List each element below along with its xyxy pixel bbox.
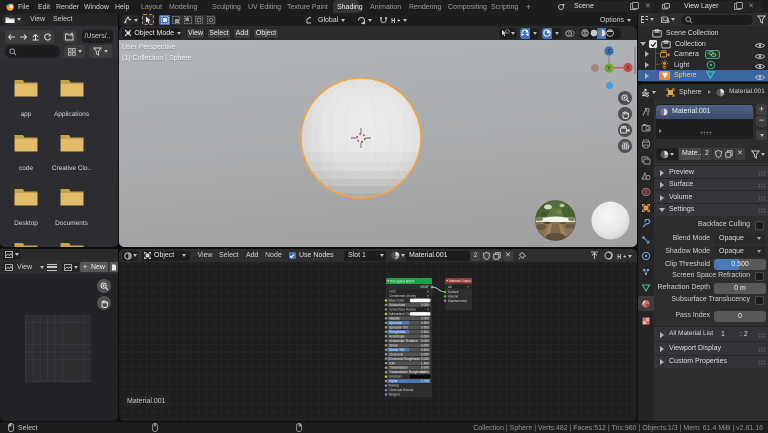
svg-text:Christensen-Burley: Christensen-Burley [389, 294, 417, 298]
svg-text:Subsurface: Subsurface [389, 303, 405, 307]
svg-text:0.030: 0.030 [421, 357, 429, 361]
svg-text:Base Color: Base Color [389, 299, 406, 303]
svg-text:X: X [626, 66, 630, 72]
svg-text:Metallic: Metallic [389, 316, 400, 320]
svg-text:0.000: 0.000 [421, 343, 429, 347]
svg-text:Surface: Surface [448, 290, 459, 294]
svg-text:0.000: 0.000 [421, 339, 429, 343]
svg-text:1.450: 1.450 [421, 361, 429, 365]
svg-text:Specular: Specular [389, 321, 403, 325]
svg-text:Normal: Normal [389, 384, 400, 388]
svg-text:Y: Y [607, 66, 611, 72]
svg-text:1.000: 1.000 [421, 379, 429, 383]
svg-text:Anisotropic: Anisotropic [389, 334, 405, 338]
svg-text:Transmission Roughness: Transmission Roughness [389, 370, 425, 374]
svg-text:Emission: Emission [389, 375, 402, 379]
svg-text:0.000: 0.000 [421, 366, 429, 370]
svg-text:Clearcoat Roughness: Clearcoat Roughness [389, 357, 420, 361]
svg-text:Subsurface Co...: Subsurface Co... [389, 312, 413, 316]
svg-text:Tangent: Tangent [389, 393, 400, 397]
svg-text:Transmission: Transmission [389, 366, 408, 370]
svg-text:Alpha: Alpha [389, 379, 397, 383]
svg-text:0.500: 0.500 [421, 348, 429, 352]
svg-text:0.000: 0.000 [421, 352, 429, 356]
svg-text:0.500: 0.500 [421, 330, 429, 334]
svg-text:0.000: 0.000 [421, 334, 429, 338]
svg-text:Material Output: Material Output [449, 279, 471, 283]
svg-text:Displacement: Displacement [448, 299, 467, 303]
svg-text:Roughness: Roughness [389, 330, 406, 334]
svg-text:0.000: 0.000 [421, 370, 429, 374]
svg-text:0.000: 0.000 [421, 303, 429, 307]
svg-text:0.500: 0.500 [421, 321, 429, 325]
svg-text:0.000: 0.000 [421, 325, 429, 329]
svg-text:Subsurface Radius: Subsurface Radius [389, 308, 416, 312]
svg-text:Clearcoat: Clearcoat [389, 352, 403, 356]
svg-text:Anisotropic Rotation: Anisotropic Rotation [389, 339, 418, 343]
svg-text:Sheen Tint: Sheen Tint [389, 348, 404, 352]
svg-text:Sheen: Sheen [389, 343, 398, 347]
svg-text:Clearcoat Normal: Clearcoat Normal [389, 388, 414, 392]
svg-text:BSDF: BSDF [420, 285, 429, 289]
svg-text:Volume: Volume [448, 295, 459, 299]
svg-text:GGX: GGX [389, 290, 397, 294]
svg-text:Principled BSDF: Principled BSDF [390, 279, 415, 283]
svg-text:IOR: IOR [389, 361, 395, 365]
svg-text:All: All [448, 285, 452, 289]
svg-text:0.000: 0.000 [421, 316, 429, 320]
svg-text:Specular Tint: Specular Tint [389, 325, 408, 329]
